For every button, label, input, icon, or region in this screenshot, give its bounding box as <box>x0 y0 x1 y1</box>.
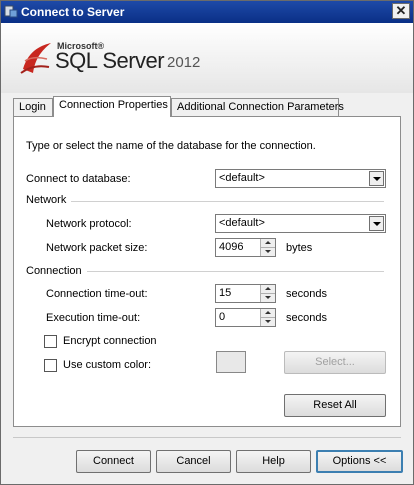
server-icon <box>4 5 18 18</box>
connect-to-database-label: Connect to database: <box>26 173 131 185</box>
execution-timeout-label: Execution time-out: <box>46 312 141 324</box>
product-year: 2012 <box>167 54 201 71</box>
spin-down-icon[interactable] <box>260 318 275 326</box>
connection-timeout-unit: seconds <box>286 288 327 300</box>
tab-login[interactable]: Login <box>13 98 53 116</box>
network-group-label: Network <box>26 194 67 206</box>
help-button[interactable]: Help <box>236 450 311 473</box>
spinner-value: 15 <box>219 287 232 299</box>
tab-connection-properties[interactable]: Connection Properties <box>53 96 171 117</box>
network-protocol-combo[interactable]: <default> <box>215 214 386 233</box>
spin-up-icon[interactable] <box>260 239 275 248</box>
instruction-text: Type or select the name of the database … <box>26 140 316 152</box>
connection-divider <box>87 271 384 272</box>
connect-to-database-combo[interactable]: <default> <box>215 169 386 188</box>
footer-divider <box>13 437 401 438</box>
packet-size-unit: bytes <box>286 242 313 254</box>
reset-all-button[interactable]: Reset All <box>284 394 386 417</box>
connection-group-label: Connection <box>26 265 82 277</box>
spin-up-icon[interactable] <box>260 285 275 294</box>
tab-label: Login <box>19 101 46 113</box>
packet-size-spinner[interactable]: 4096 <box>215 238 276 257</box>
cancel-button[interactable]: Cancel <box>156 450 231 473</box>
connect-to-server-dialog: Connect to Server ✕ Microsoft® SQL Serve… <box>0 0 414 485</box>
connection-timeout-spinner[interactable]: 15 <box>215 284 276 303</box>
network-packet-size-label: Network packet size: <box>46 242 148 254</box>
connection-timeout-label: Connection time-out: <box>46 288 148 300</box>
close-button[interactable]: ✕ <box>392 3 410 19</box>
spinner-value: 0 <box>219 311 226 323</box>
use-custom-color-checkbox[interactable] <box>44 359 57 372</box>
network-protocol-label: Network protocol: <box>46 218 132 230</box>
product-name: SQL Server <box>55 48 165 73</box>
tab-label: Additional Connection Parameters <box>177 101 344 113</box>
execution-timeout-unit: seconds <box>286 312 327 324</box>
combo-value: <default> <box>219 172 265 184</box>
options-button[interactable]: Options << <box>316 450 403 473</box>
window-title: Connect to Server <box>21 5 125 19</box>
connect-button[interactable]: Connect <box>76 450 151 473</box>
title-bar[interactable]: Connect to Server ✕ <box>1 1 413 23</box>
tab-additional-connection-parameters[interactable]: Additional Connection Parameters <box>171 98 344 116</box>
encrypt-connection-checkbox[interactable] <box>44 335 57 348</box>
spinner-value: 4096 <box>219 241 244 253</box>
encrypt-connection-label: Encrypt connection <box>63 335 157 347</box>
custom-color-swatch <box>216 351 246 373</box>
select-color-button[interactable]: Select... <box>284 351 386 374</box>
spin-down-icon[interactable] <box>260 248 275 256</box>
combo-value: <default> <box>219 217 265 229</box>
spin-up-icon[interactable] <box>260 309 275 318</box>
chevron-down-icon[interactable] <box>369 216 384 231</box>
execution-timeout-spinner[interactable]: 0 <box>215 308 276 327</box>
use-custom-color-label: Use custom color: <box>63 359 152 371</box>
spin-down-icon[interactable] <box>260 294 275 302</box>
chevron-down-icon[interactable] <box>369 171 384 186</box>
network-divider <box>71 201 384 202</box>
sql-server-logo-icon <box>20 43 51 74</box>
tab-label: Connection Properties <box>59 99 168 111</box>
